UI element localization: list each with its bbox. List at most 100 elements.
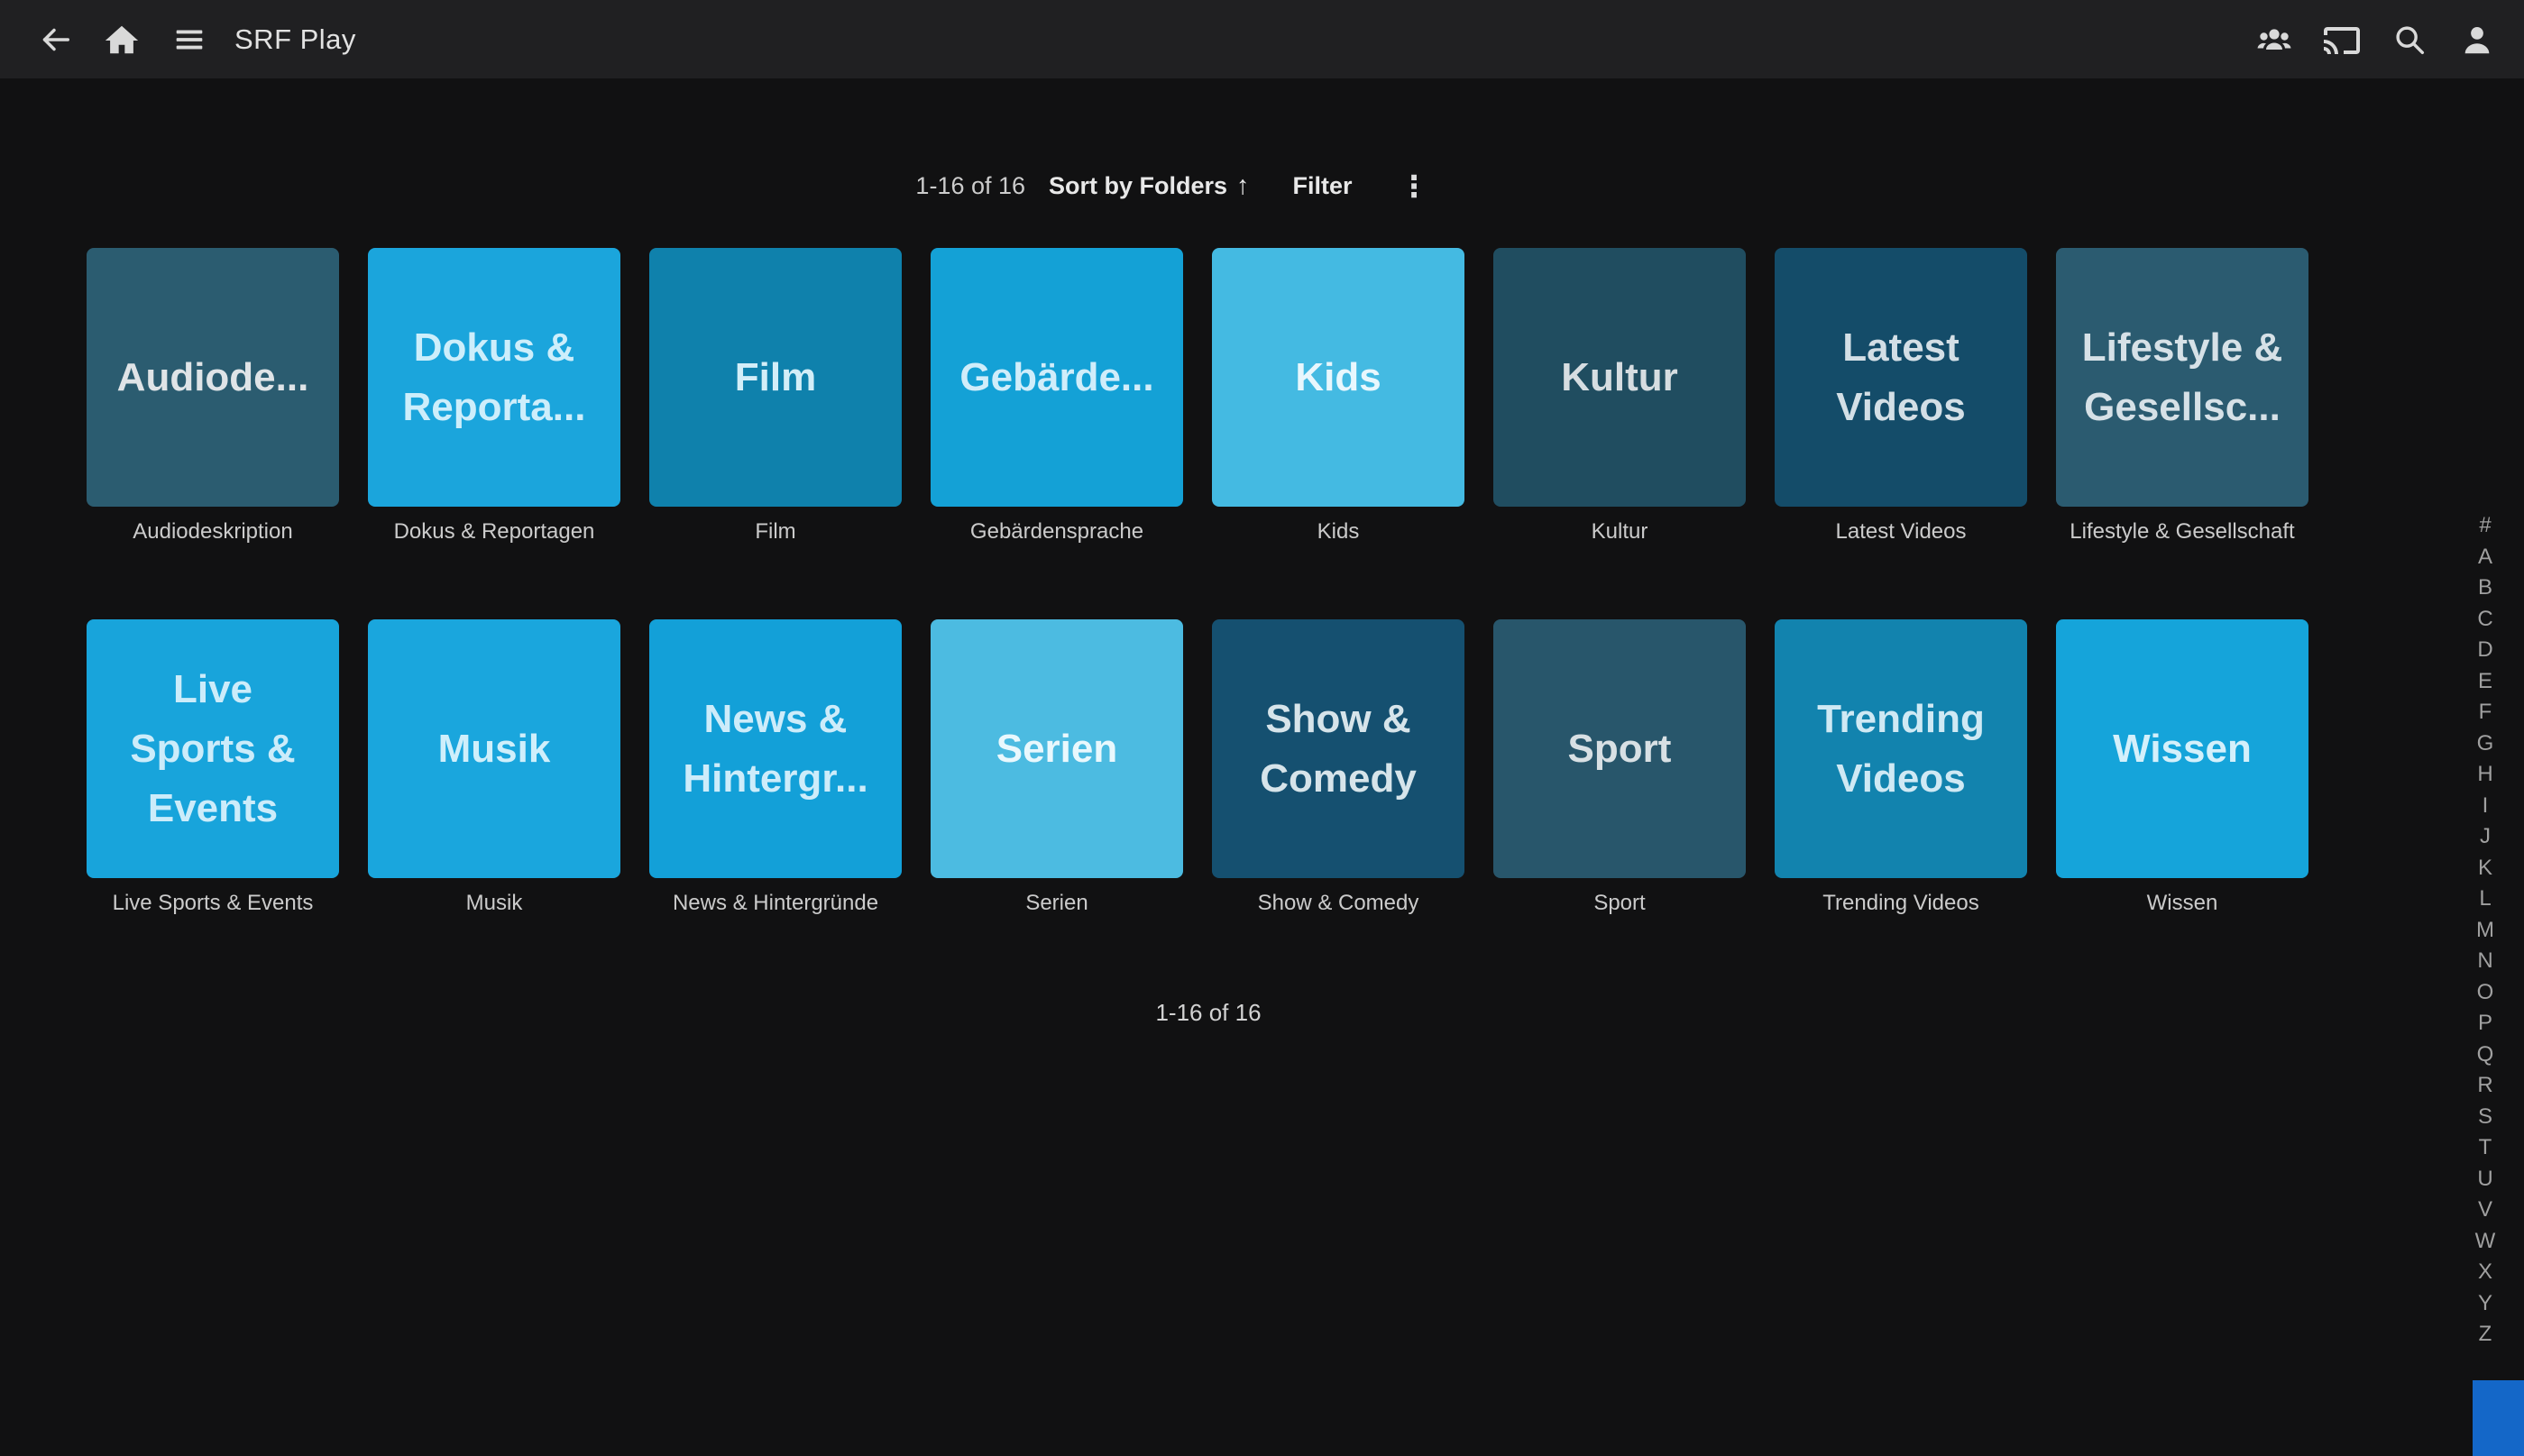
scrollbar-thumb[interactable] [2473,1380,2524,1456]
folder-tile-cell: News & Hintergr... News & Hintergründe [649,619,902,916]
folder-tile-cell: Gebärde...Gebärdensprache [931,248,1183,545]
folder-caption: Show & Comedy [1212,891,1464,916]
folder-tile-cell: Show & Comedy Show & Comedy [1212,619,1464,916]
alphabet-letter-A[interactable]: A [2465,542,2505,573]
home-icon [103,21,141,59]
folder-tile[interactable]: News & Hintergr... [649,619,902,878]
folder-tile-cell: Kultur Kultur [1493,248,1746,545]
folder-tile[interactable]: Audiode... [87,248,339,507]
alphabet-letter-J[interactable]: J [2465,821,2505,853]
folder-tile-title: Musik [438,719,551,779]
alphabet-letter-X[interactable]: X [2465,1257,2505,1288]
folder-tile[interactable]: Sport [1493,619,1746,878]
folder-tile-title: Trending Videos [1817,690,1985,809]
alphabet-letter-B[interactable]: B [2465,572,2505,604]
folder-caption: Musik [368,891,620,916]
page-title: SRF Play [234,23,356,56]
folder-tile-cell: Kids Kids [1212,248,1464,545]
alphabet-letter-R[interactable]: R [2465,1070,2505,1102]
folder-tile[interactable]: Show & Comedy [1212,619,1464,878]
folder-tile-cell: Wissen Wissen [2056,619,2308,916]
paging-count-bottom: 1-16 of 16 [0,999,2417,1027]
filter-button[interactable]: Filter [1293,172,1353,200]
folder-tile[interactable]: Kultur [1493,248,1746,507]
folder-tile-title: Show & Comedy [1260,690,1417,809]
folder-caption: Kids [1212,519,1464,545]
folder-tile[interactable]: Film [649,248,902,507]
alphabet-letter-F[interactable]: F [2465,697,2505,728]
alphabet-letter-Y[interactable]: Y [2465,1288,2505,1320]
alphabet-letter-Z[interactable]: Z [2465,1319,2505,1351]
folder-tile[interactable]: Serien [931,619,1183,878]
folder-tile-cell: Latest VideosLatest Videos [1775,248,2027,545]
folder-tile[interactable]: Kids [1212,248,1464,507]
sort-button[interactable]: Sort by Folders ↑ [1049,171,1250,201]
alphabet-letter-P[interactable]: P [2465,1008,2505,1039]
alphabet-letter-O[interactable]: O [2465,977,2505,1009]
alphabet-letter-V[interactable]: V [2465,1195,2505,1226]
folder-caption: Audiodeskription [87,519,339,545]
folder-tile-cell: Live Sports & Events Live Sports & Events [87,619,339,916]
folder-caption: Kultur [1493,519,1746,545]
alphabet-letter-Q[interactable]: Q [2465,1039,2505,1071]
folder-tile-title: Kids [1295,348,1381,407]
alphabet-letter-K[interactable]: K [2465,853,2505,884]
folder-tile-title: Kultur [1561,348,1678,407]
alphabet-letter-S[interactable]: S [2465,1102,2505,1133]
syncplay-button[interactable] [2254,20,2294,60]
alphabet-letter-W[interactable]: W [2465,1226,2505,1258]
folder-tile[interactable]: Wissen [2056,619,2308,878]
alphabet-letter-H[interactable]: H [2465,759,2505,791]
folder-tile-title: Audiode... [117,348,309,407]
alphabet-letter-I[interactable]: I [2465,791,2505,822]
alphabet-letter-G[interactable]: G [2465,728,2505,760]
alphabet-letter-L[interactable]: L [2465,884,2505,915]
grid-row-1: Audiode... Audiodeskription Dokus & Report… [87,248,2308,545]
overflow-menu-button[interactable]: ⋮ [1400,171,1429,201]
alphabet-letter-T[interactable]: T [2465,1132,2505,1164]
folder-caption: Wissen [2056,891,2308,916]
back-button[interactable] [34,20,74,60]
alphabet-letter-M[interactable]: M [2465,915,2505,947]
folder-tile-cell: FilmFilm [649,248,902,545]
folder-tile-cell: Trending Videos Trending Videos [1775,619,2027,916]
folder-caption: Dokus & Reportagen [368,519,620,545]
alphabet-letter-hash[interactable]: # [2465,510,2505,542]
search-icon [2391,21,2428,59]
folder-caption: Lifestyle & Gesellschaft [2056,519,2308,545]
folder-tile-cell: Sport Sport [1493,619,1746,916]
home-button[interactable] [102,20,142,60]
folder-tile[interactable]: Musik [368,619,620,878]
folder-caption: Sport [1493,891,1746,916]
alphabet-letter-D[interactable]: D [2465,635,2505,666]
folder-tile[interactable]: Trending Videos [1775,619,2027,878]
folder-tile[interactable]: Latest Videos [1775,248,2027,507]
folder-tile[interactable]: Lifestyle & Gesellsc... [2056,248,2308,507]
alphabet-letter-E[interactable]: E [2465,666,2505,698]
folder-tile[interactable]: Dokus & Reporta... [368,248,620,507]
folder-tile-title: Lifestyle & Gesellsc... [2082,318,2283,437]
folder-tile-title: Dokus & Reporta... [403,318,586,437]
folder-tile-title: News & Hintergr... [683,690,867,809]
cast-button[interactable] [2322,20,2362,60]
alphabet-letter-U[interactable]: U [2465,1164,2505,1195]
user-profile-button[interactable] [2457,20,2497,60]
alphabet-letter-C[interactable]: C [2465,604,2505,636]
folder-tile-title: Film [735,348,816,407]
menu-button[interactable] [170,20,209,60]
folder-tile-cell: Dokus & Reporta... Dokus & Reportagen [368,248,620,545]
folder-caption: News & Hintergründe [649,891,902,916]
alphabet-letter-N[interactable]: N [2465,946,2505,977]
folder-caption: Trending Videos [1775,891,2027,916]
cast-icon [2322,20,2362,60]
folder-tile-title: Wissen [2113,719,2252,779]
folder-tile[interactable]: Live Sports & Events [87,619,339,878]
folder-caption: Live Sports & Events [87,891,339,916]
sort-label: Sort by Folders [1049,172,1227,200]
search-button[interactable] [2390,20,2429,60]
folder-caption: Serien [931,891,1183,916]
folder-tile[interactable]: Gebärde... [931,248,1183,507]
folder-tile-title: Gebärde... [959,348,1153,407]
user-profile-icon [2458,21,2496,59]
folder-tile-cell: Serien Serien [931,619,1183,916]
